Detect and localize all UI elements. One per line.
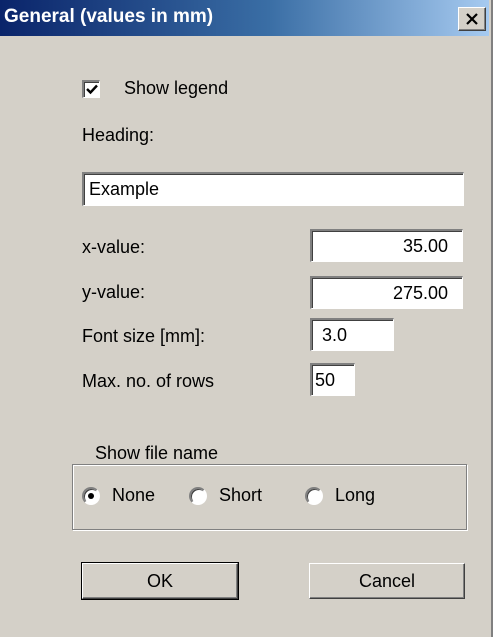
radio-long[interactable]: [305, 487, 323, 505]
ok-button[interactable]: OK: [81, 562, 239, 600]
max-rows-label: Max. no. of rows: [82, 371, 215, 391]
font-size-label: Font size [mm]:: [82, 326, 206, 346]
x-value-input[interactable]: [310, 229, 463, 262]
radio-short[interactable]: [189, 487, 207, 505]
close-button[interactable]: [458, 7, 486, 31]
radio-selected-dot: [88, 493, 94, 499]
max-rows-input[interactable]: [310, 363, 355, 396]
heading-label: Heading:: [82, 125, 155, 145]
radio-long-label[interactable]: Long: [335, 485, 375, 506]
x-value-label: x-value:: [82, 237, 146, 257]
heading-input[interactable]: [82, 172, 464, 206]
y-value-label: y-value:: [82, 282, 146, 302]
checkmark-icon: [85, 84, 98, 95]
radio-none[interactable]: [82, 487, 100, 505]
show-legend-checkbox[interactable]: [82, 80, 100, 98]
title-bar[interactable]: General (values in mm): [0, 0, 489, 37]
close-icon: [466, 13, 478, 25]
dialog-title: General (values in mm): [4, 6, 214, 27]
dialog-window: General (values in mm) Show legend Headi…: [0, 0, 493, 637]
show-legend-label[interactable]: Show legend: [124, 78, 228, 99]
radio-short-label[interactable]: Short: [219, 485, 262, 506]
show-file-name-label: Show file name: [90, 443, 224, 464]
cancel-button[interactable]: Cancel: [309, 563, 465, 599]
radio-none-label[interactable]: None: [112, 485, 155, 506]
font-size-input[interactable]: [310, 318, 394, 351]
y-value-input[interactable]: [310, 276, 463, 309]
